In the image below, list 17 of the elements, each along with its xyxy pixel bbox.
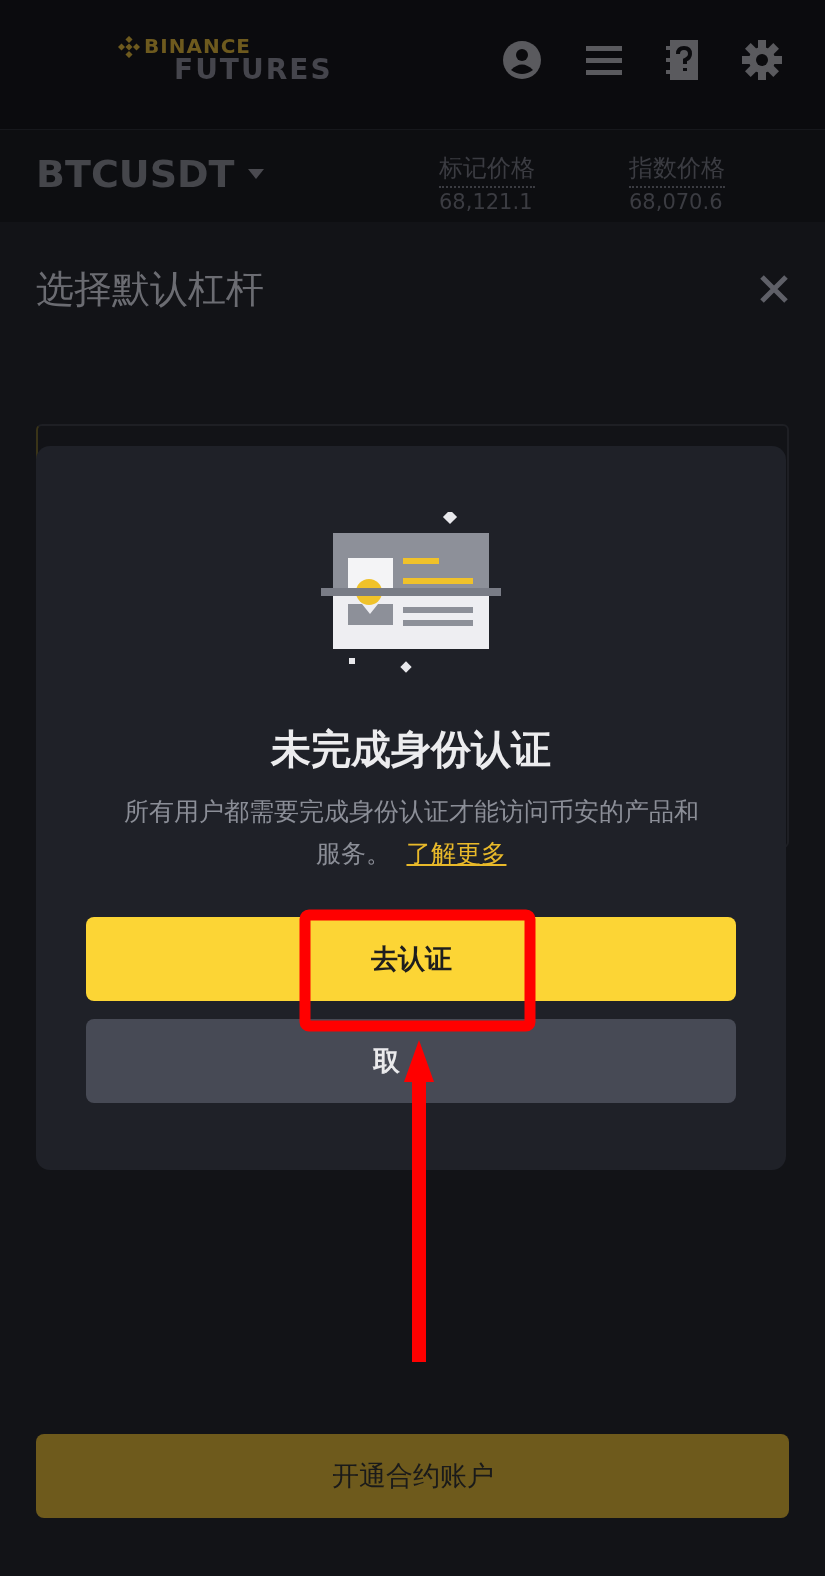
dialog-title: 未完成身份认证 xyxy=(271,725,551,774)
close-icon[interactable] xyxy=(759,274,789,304)
settings-icon[interactable] xyxy=(742,39,782,80)
learn-more-link[interactable]: 了解更多 xyxy=(406,839,507,868)
cancel-button[interactable]: 取 xyxy=(86,1019,736,1103)
caret-icon[interactable] xyxy=(248,169,265,179)
sheet-title: 选择默认杠杆 xyxy=(36,265,264,313)
symbol-selector[interactable]: BTCUSDT xyxy=(36,152,235,196)
open-account-button[interactable]: 开通合约账户 xyxy=(36,1434,789,1518)
brand-name: BINANCE xyxy=(144,35,252,56)
menu-icon[interactable] xyxy=(586,43,622,76)
verify-button[interactable]: 去认证 xyxy=(86,917,736,1001)
diamond-logo-icon xyxy=(118,35,140,58)
product-name: FUTURES xyxy=(174,55,333,84)
dialog-message: 所有用户都需要完成身份认证才能访问币安的产品和服务。 了解更多 xyxy=(122,796,700,870)
profile-icon[interactable] xyxy=(502,39,542,80)
help-book-icon[interactable] xyxy=(666,39,698,80)
